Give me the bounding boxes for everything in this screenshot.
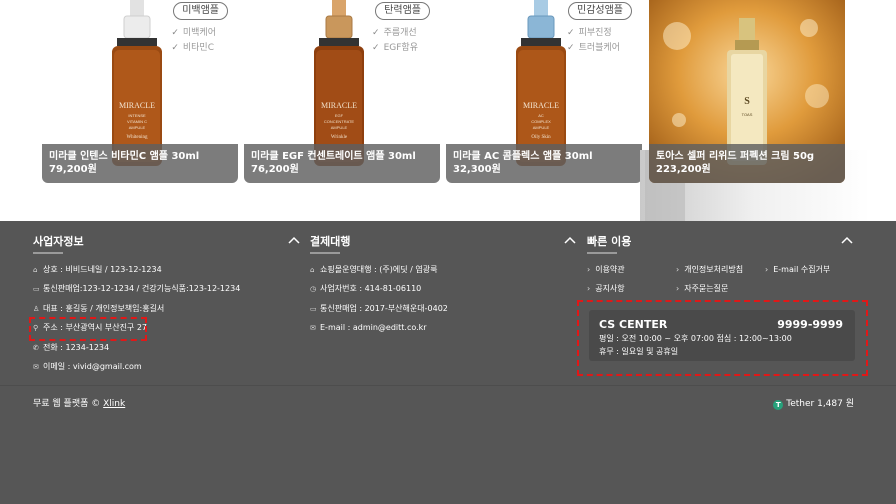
product-features: ✓ 주름개선 ✓ EGF함유 bbox=[372, 26, 418, 56]
product-features: ✓ 미백케어 ✓ 비타민C bbox=[171, 26, 216, 56]
product-price: 223,200원 bbox=[656, 164, 711, 175]
svg-text:INTENSE: INTENSE bbox=[128, 113, 146, 118]
info-line: ⌂ 쇼핑몰운영대행 : (주)에딧 / 염광룩 bbox=[310, 265, 438, 274]
check-icon: ✓ bbox=[372, 28, 380, 38]
product-badge: 민감성앰플 bbox=[568, 2, 632, 20]
info-line: ✉ E-mail : admin@editt.co.kr bbox=[310, 323, 427, 332]
section-title: 결제대행 bbox=[310, 235, 351, 248]
svg-text:Oily Skin: Oily Skin bbox=[531, 135, 551, 140]
chevron-right-icon: › bbox=[676, 284, 680, 293]
quick-link-terms[interactable]: › 이용약관 bbox=[587, 264, 625, 276]
svg-text:COMPLEX: COMPLEX bbox=[531, 119, 551, 124]
quick-link-faq[interactable]: › 자주묻는질문 bbox=[676, 283, 728, 295]
product-caption: 미라클 EGF 컨센트레이트 앰플 30ml 76,200원 bbox=[244, 144, 440, 183]
chevron-right-icon: › bbox=[676, 265, 680, 274]
feature-item: ✓ 미백케어 bbox=[171, 28, 216, 38]
chevron-up-icon[interactable] bbox=[841, 235, 853, 245]
svg-text:MIRACLE: MIRACLE bbox=[321, 101, 357, 110]
product-price: 32,300원 bbox=[453, 164, 501, 175]
svg-text:EGF: EGF bbox=[335, 113, 344, 118]
quick-link-notice[interactable]: › 공지사항 bbox=[587, 283, 625, 295]
info-line: ✆ 전화 : 1234-1234 bbox=[33, 343, 110, 352]
title-underline bbox=[33, 252, 63, 254]
info-line: ▭ 통신판매업:123-12-1234 / 건강기능식품:123-12-1234 bbox=[33, 284, 241, 293]
product-name[interactable]: 미라클 인텐스 비타민C 앰플 30ml bbox=[49, 150, 231, 163]
chevron-right-icon: › bbox=[587, 265, 591, 274]
product-badge: 탄력앰플 bbox=[375, 2, 430, 20]
feature-item: ✓ 주름개선 bbox=[372, 28, 417, 38]
clock-icon: ◷ bbox=[310, 285, 317, 293]
svg-text:CONCENTRATE: CONCENTRATE bbox=[324, 119, 354, 124]
product-name[interactable]: 미라클 EGF 컨센트레이트 앰플 30ml bbox=[251, 150, 433, 163]
section-title: 사업자정보 bbox=[33, 235, 84, 248]
home-icon: ⌂ bbox=[33, 266, 38, 274]
feature-item: ✓ 비타민C bbox=[171, 43, 214, 53]
product-card[interactable]: MIRACLE EGF CONCENTRATE AMPULE Wrinkle 탄… bbox=[244, 0, 440, 183]
svg-text:AMPULE: AMPULE bbox=[331, 125, 348, 130]
info-line: ◷ 사업자번호 : 414-81-06110 bbox=[310, 284, 422, 293]
product-strip: MIRACLE INTENSE VITAMIN C AMPULE Whiteni… bbox=[0, 0, 896, 221]
card-icon: ▭ bbox=[310, 305, 317, 313]
svg-text:Wrinkle: Wrinkle bbox=[331, 135, 348, 140]
tether-price: T Tether 1,487 원 bbox=[773, 396, 854, 410]
product-name[interactable]: 미라클 AC 콤플렉스 앰플 30ml bbox=[453, 150, 635, 163]
product-caption: 미라클 AC 콤플렉스 앰플 30ml 32,300원 bbox=[446, 144, 642, 183]
check-icon: ✓ bbox=[171, 43, 179, 53]
svg-text:AC: AC bbox=[538, 113, 544, 118]
check-icon: ✓ bbox=[372, 43, 380, 53]
person-icon: ♙ bbox=[33, 305, 40, 313]
quick-link-email-refusal[interactable]: › E-mail 수집거부 bbox=[765, 264, 830, 276]
xlink-link[interactable]: Xlink bbox=[103, 399, 125, 409]
product-price: 79,200원 bbox=[49, 164, 97, 175]
tether-icon: T bbox=[773, 400, 784, 410]
feature-item: ✓ 트러블케어 bbox=[567, 43, 620, 53]
cs-highlight bbox=[577, 300, 868, 376]
chevron-up-icon[interactable] bbox=[564, 235, 576, 245]
svg-text:MIRACLE: MIRACLE bbox=[523, 101, 559, 110]
product-card[interactable]: S TOAS 토아스 셀퍼 리위드 퍼펙션 크림 50g 223,200원 bbox=[649, 0, 845, 183]
product-price: 76,200원 bbox=[251, 164, 299, 175]
svg-text:S: S bbox=[744, 96, 750, 107]
info-line: ▭ 통신판매업 : 2017-부산해운대-0402 bbox=[310, 304, 448, 313]
phone-icon: ✆ bbox=[33, 344, 39, 352]
mail-icon: ✉ bbox=[310, 324, 316, 332]
mail-icon: ✉ bbox=[33, 363, 39, 371]
svg-text:AMPULE: AMPULE bbox=[533, 125, 550, 130]
chevron-right-icon: › bbox=[587, 284, 591, 293]
chevron-up-icon[interactable] bbox=[288, 235, 300, 245]
title-underline bbox=[310, 252, 340, 254]
info-line: ⌂ 상호 : 비비드네일 / 123-12-1234 bbox=[33, 265, 162, 274]
svg-text:Whitening: Whitening bbox=[126, 135, 148, 140]
footer-divider bbox=[0, 385, 896, 386]
quick-link-privacy[interactable]: › 개인정보처리방침 bbox=[676, 264, 743, 276]
home-icon: ⌂ bbox=[310, 266, 315, 274]
product-caption: 토아스 셀퍼 리위드 퍼펙션 크림 50g 223,200원 bbox=[649, 144, 845, 183]
check-icon: ✓ bbox=[567, 28, 575, 38]
copyright: 무료 웹 플랫폼 © Xlink bbox=[33, 399, 126, 409]
product-card[interactable]: MIRACLE INTENSE VITAMIN C AMPULE Whiteni… bbox=[42, 0, 238, 183]
chevron-right-icon: › bbox=[765, 265, 769, 274]
address-highlight bbox=[29, 317, 147, 341]
product-name[interactable]: 토아스 셀퍼 리위드 퍼펙션 크림 50g bbox=[656, 150, 838, 163]
svg-text:VITAMIN C: VITAMIN C bbox=[127, 119, 147, 124]
svg-text:MIRACLE: MIRACLE bbox=[119, 101, 155, 110]
feature-item: ✓ EGF함유 bbox=[372, 43, 418, 53]
title-underline bbox=[587, 252, 617, 254]
check-icon: ✓ bbox=[171, 28, 179, 38]
info-line: ♙ 대표 : 홍길동 / 개인정보책임:홍길서 bbox=[33, 304, 165, 313]
section-title: 빠른 이용 bbox=[587, 235, 632, 248]
product-caption: 미라클 인텐스 비타민C 앰플 30ml 79,200원 bbox=[42, 144, 238, 183]
product-features: ✓ 피부진정 ✓ 트러블케어 bbox=[567, 26, 620, 56]
svg-text:AMPULE: AMPULE bbox=[129, 125, 146, 130]
info-line: ✉ 이메일 : vivid@gmail.com bbox=[33, 362, 142, 371]
card-icon: ▭ bbox=[33, 285, 40, 293]
feature-item: ✓ 피부진정 bbox=[567, 28, 612, 38]
product-card[interactable]: MIRACLE AC COMPLEX AMPULE Oily Skin 민감성앰… bbox=[446, 0, 642, 183]
check-icon: ✓ bbox=[567, 43, 575, 53]
svg-text:TOAS: TOAS bbox=[742, 112, 753, 117]
product-badge: 미백앰플 bbox=[173, 2, 228, 20]
